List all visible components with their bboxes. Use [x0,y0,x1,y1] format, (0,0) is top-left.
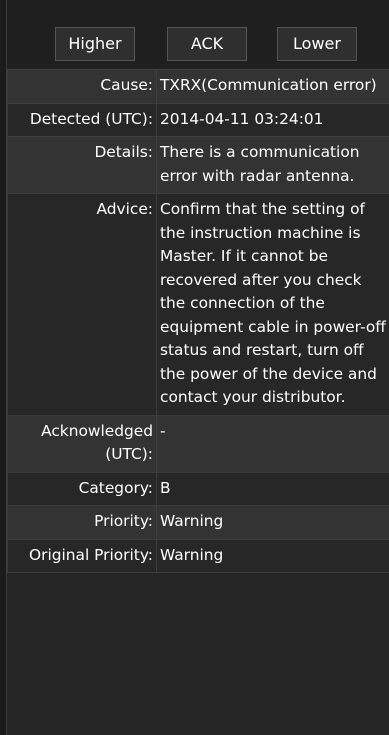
advice-row: Advice: Confirm that the setting of the … [7,193,389,416]
original-priority-value: Warning [156,538,389,573]
details-value: There is a communication error with rada… [156,136,389,194]
acknowledged-label: Acknowledged (UTC): [7,414,157,473]
category-row: Category: B [7,471,389,506]
original-priority-label: Original Priority: [7,538,157,573]
cause-row: Cause: TXRX(Communication error) [7,69,389,104]
original-priority-row: Original Priority: Warning [7,538,389,573]
details-label: Details: [7,136,157,194]
priority-value: Warning [156,505,389,540]
advice-value: Confirm that the setting of the instruct… [156,193,389,416]
cause-value: TXRX(Communication error) [156,69,389,104]
detected-value: 2014-04-11 03:24:01 [156,102,389,137]
detected-row: Detected (UTC): 2014-04-11 03:24:01 [7,102,389,137]
acknowledged-value: - [156,414,389,473]
button-bar: Higher ACK Lower [7,0,389,68]
advice-label: Advice: [7,193,157,416]
ack-button[interactable]: ACK [167,27,247,61]
priority-label: Priority: [7,505,157,540]
higher-button[interactable]: Higher [55,27,135,61]
cause-label: Cause: [7,69,157,104]
lower-button[interactable]: Lower [277,27,357,61]
priority-row: Priority: Warning [7,505,389,540]
alert-details-table: Cause: TXRX(Communication error) Detecte… [7,69,389,573]
category-label: Category: [7,471,157,506]
category-value: B [156,471,389,506]
detected-label: Detected (UTC): [7,102,157,137]
alert-detail-panel: Higher ACK Lower Cause: TXRX(Communicati… [6,0,389,735]
acknowledged-row: Acknowledged (UTC): - [7,414,389,473]
details-row: Details: There is a communication error … [7,136,389,194]
